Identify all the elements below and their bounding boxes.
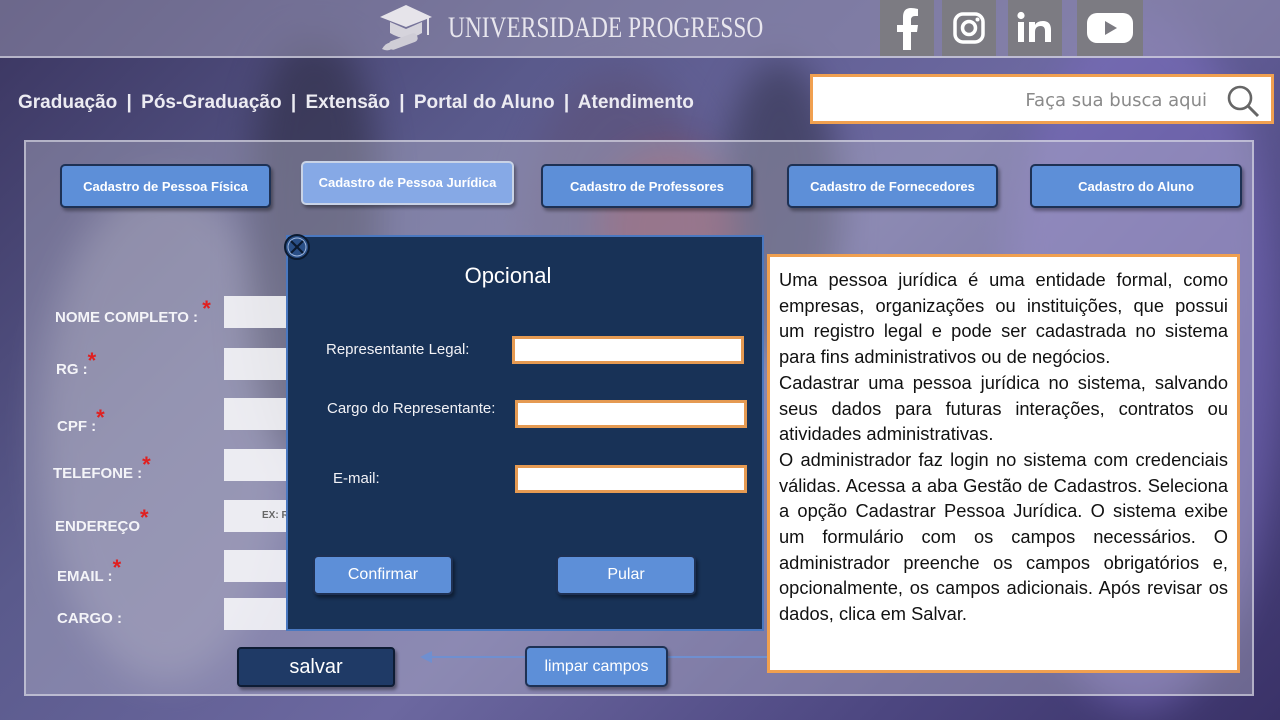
confirm-button[interactable]: Confirmar xyxy=(313,555,453,595)
email-input[interactable] xyxy=(515,465,747,493)
nav-separator: | xyxy=(563,92,570,113)
telefone-field[interactable] xyxy=(224,449,294,481)
rg-field[interactable] xyxy=(224,348,294,380)
optional-dialog: Opcional Representante Legal: Cargo do R… xyxy=(286,235,764,631)
tab-aluno[interactable]: Cadastro do Aluno xyxy=(1030,164,1242,208)
required-marker: * xyxy=(112,555,122,580)
nav-item-graduacao[interactable]: Graduação xyxy=(18,92,117,113)
description-paragraph: O administrador faz login no sistema com… xyxy=(779,448,1228,625)
nav-separator: | xyxy=(399,92,405,113)
required-marker: * xyxy=(87,348,97,373)
nav-item-portal-do-aluno[interactable]: Portal do Aluno xyxy=(414,92,555,113)
required-marker: * xyxy=(140,505,149,530)
instagram-link[interactable] xyxy=(942,0,996,56)
nav-item-extensao[interactable]: Extensão xyxy=(305,92,389,113)
tab-pessoa-fisica[interactable]: Cadastro de Pessoa Física xyxy=(60,164,271,208)
cargo-field[interactable] xyxy=(224,598,294,630)
email-field[interactable] xyxy=(224,550,294,582)
tab-pessoa-juridica[interactable]: Cadastro de Pessoa Jurídica xyxy=(301,161,514,205)
description-box: Uma pessoa jurídica é uma entidade forma… xyxy=(767,254,1240,673)
representante-legal-input[interactable] xyxy=(512,336,744,364)
required-marker: * xyxy=(96,405,105,430)
endereco-label: ENDEREÇO* xyxy=(55,505,149,535)
nome-completo-label: NOME COMPLETO : * xyxy=(55,296,211,326)
description-paragraph: Uma pessoa jurídica é uma entidade forma… xyxy=(779,269,1228,368)
skip-button[interactable]: Pular xyxy=(556,555,696,595)
youtube-icon xyxy=(1087,13,1133,43)
email-label: E-mail: xyxy=(333,470,380,487)
save-button[interactable]: salvar xyxy=(237,647,395,687)
linkedin-icon xyxy=(1017,11,1051,42)
email-label: EMAIL :* xyxy=(57,555,122,585)
nav-item-pos-graduacao[interactable]: Pós-Graduação xyxy=(141,92,281,113)
clear-fields-button[interactable]: limpar campos xyxy=(525,646,668,687)
endereco-hint: EX: R xyxy=(262,510,289,521)
nav-separator: | xyxy=(290,92,297,113)
facebook-link[interactable] xyxy=(880,0,934,56)
nav-item-atendimento[interactable]: Atendimento xyxy=(578,92,694,113)
representante-legal-label: Representante Legal: xyxy=(326,341,470,358)
nome-completo-field[interactable] xyxy=(224,296,294,328)
search-box xyxy=(810,74,1274,124)
university-logo[interactable]: UNIVERSIDADE PROGRESSO xyxy=(376,0,852,56)
tab-fornecedores[interactable]: Cadastro de Fornecedores xyxy=(787,164,998,208)
description-paragraph: Cadastrar uma pessoa jurídica no sistema… xyxy=(779,371,1228,445)
rg-label: RG :* xyxy=(56,348,97,378)
main-navigation: Graduação | Pós-Graduação | Extensão | P… xyxy=(18,92,694,114)
search-input[interactable] xyxy=(823,83,1213,117)
cargo-label: CARGO : xyxy=(57,610,122,627)
search-icon[interactable] xyxy=(1225,83,1261,119)
cargo-representante-input[interactable] xyxy=(515,400,747,428)
required-marker: * xyxy=(142,452,151,477)
close-icon[interactable] xyxy=(283,233,311,261)
cpf-label: CPF :* xyxy=(57,405,105,435)
tab-professores[interactable]: Cadastro de Professores xyxy=(541,164,753,208)
youtube-link[interactable] xyxy=(1077,0,1143,56)
dialog-title: Opcional xyxy=(464,263,552,288)
graduation-cap-icon xyxy=(380,5,432,51)
nav-separator: | xyxy=(126,92,132,113)
facebook-icon xyxy=(897,8,918,50)
university-name: UNIVERSIDADE PROGRESSO xyxy=(448,11,764,44)
cpf-field[interactable] xyxy=(224,398,294,430)
telefone-label: TELEFONE :* xyxy=(53,452,151,482)
required-marker: * xyxy=(202,296,211,321)
cargo-representante-label: Cargo do Representante: xyxy=(327,400,496,417)
linkedin-link[interactable] xyxy=(1008,0,1062,56)
instagram-icon xyxy=(953,12,985,44)
